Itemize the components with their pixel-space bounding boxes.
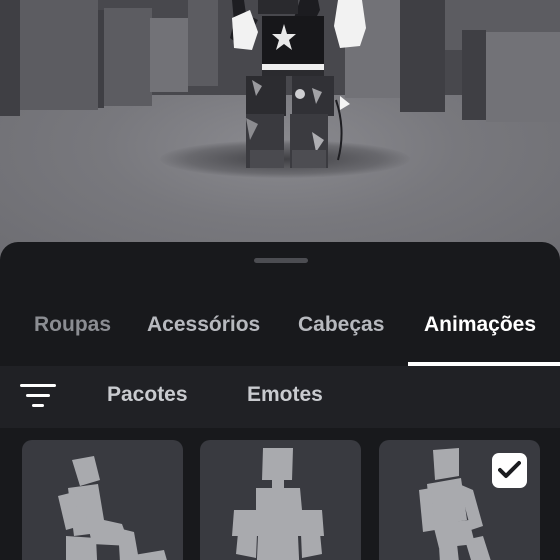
category-tabs: Roupas Acessórios Cabeças Animações [0, 308, 560, 366]
sheet-grab-handle[interactable] [254, 258, 308, 263]
tab-cabecas[interactable]: Cabeças [298, 308, 384, 366]
mannequin-sitting-icon [58, 456, 167, 560]
animation-item-card[interactable] [200, 440, 361, 560]
filter-button[interactable] [16, 380, 60, 414]
mannequin-standing-icon [232, 448, 324, 560]
filter-lines-icon [20, 384, 56, 387]
subtab-pacotes[interactable]: Pacotes [107, 383, 188, 407]
subcategory-bar: Pacotes Emotes [0, 366, 560, 428]
animation-item-card[interactable] [22, 440, 183, 560]
tab-animacoes[interactable]: Animações [424, 308, 536, 366]
avatar-preview-scene[interactable] [0, 0, 560, 262]
filter-lines-icon [26, 394, 50, 397]
avatar-editor-sheet: Roupas Acessórios Cabeças Animações Paco… [0, 242, 560, 560]
selected-checkbox[interactable] [492, 453, 527, 488]
subtab-emotes[interactable]: Emotes [247, 383, 323, 407]
tab-acessorios[interactable]: Acessórios [147, 308, 260, 366]
avatar-figure [230, 0, 366, 168]
animation-items-grid [0, 428, 560, 560]
filter-lines-icon [32, 404, 44, 407]
animation-item-card[interactable] [379, 440, 540, 560]
checkmark-icon [498, 461, 521, 478]
tab-roupas[interactable]: Roupas [34, 308, 111, 366]
